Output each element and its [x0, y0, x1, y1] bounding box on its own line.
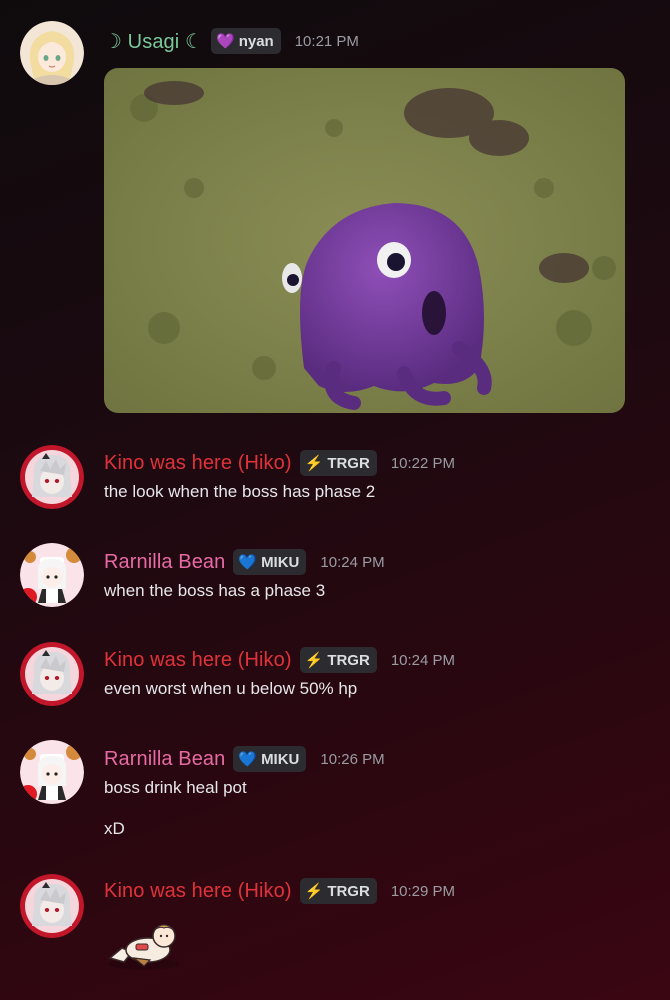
lightning-icon: ⚡: [304, 651, 324, 669]
timestamp: 10:22 PM: [390, 454, 456, 472]
server-tag-label: MIKU: [261, 750, 300, 768]
message-header: Rarnilla Bean 💙 MIKU 10:24 PM: [104, 548, 385, 576]
timestamp: 10:29 PM: [390, 882, 456, 900]
lightning-icon: ⚡: [304, 454, 324, 472]
server-tag[interactable]: 💙 MIKU: [233, 746, 307, 772]
server-tag[interactable]: ⚡ TRGR: [299, 450, 377, 476]
message-text: xD: [104, 819, 125, 838]
message-text: boss drink heal pot: [104, 778, 247, 797]
author-name[interactable]: ☽ Usagi ☾: [104, 29, 203, 54]
chat-message-list: ☽ Usagi ☾ 💜 nyan 10:21 PM Kino was here …: [0, 0, 670, 1000]
lightning-icon: ⚡: [304, 882, 324, 900]
message-header: Kino was here (Hiko) ⚡ TRGR 10:29 PM: [104, 877, 455, 905]
message-text: even worst when u below 50% hp: [104, 679, 358, 698]
server-tag-label: TRGR: [327, 651, 370, 669]
server-tag-label: TRGR: [327, 454, 370, 472]
cyan-heart-icon: 💙: [238, 750, 258, 768]
server-tag[interactable]: 💜 nyan: [211, 28, 281, 54]
avatar[interactable]: [20, 543, 84, 607]
server-tag[interactable]: ⚡ TRGR: [299, 647, 377, 673]
message-header: Kino was here (Hiko) ⚡ TRGR 10:24 PM: [104, 646, 455, 674]
rarnilla-avatar-image: [20, 740, 84, 804]
server-tag-label: TRGR: [327, 882, 370, 900]
message-header: ☽ Usagi ☾ 💜 nyan 10:21 PM: [104, 27, 359, 55]
message-header: Rarnilla Bean 💙 MIKU 10:26 PM: [104, 745, 385, 773]
usagi-avatar-image: [20, 21, 84, 85]
author-name[interactable]: Rarnilla Bean: [104, 551, 225, 574]
avatar[interactable]: [20, 642, 84, 706]
author-name[interactable]: Kino was here (Hiko): [104, 880, 292, 903]
avatar[interactable]: [20, 874, 84, 938]
timestamp: 10:24 PM: [390, 651, 456, 669]
timestamp: 10:21 PM: [294, 32, 359, 50]
cyan-heart-icon: 💙: [238, 553, 258, 571]
author-name[interactable]: Kino was here (Hiko): [104, 452, 292, 475]
kino-avatar-image: [20, 445, 84, 509]
kino-avatar-image: [20, 642, 84, 706]
avatar[interactable]: [20, 21, 84, 85]
author-name[interactable]: Kino was here (Hiko): [104, 649, 292, 672]
rarnilla-avatar-image: [20, 543, 84, 607]
purple-octopus-gif-image: [104, 68, 625, 413]
avatar[interactable]: [20, 740, 84, 804]
message-text: the look when the boss has phase 2: [104, 482, 376, 501]
gif-attachment[interactable]: [104, 68, 625, 413]
timestamp: 10:24 PM: [320, 553, 385, 571]
server-tag[interactable]: ⚡ TRGR: [299, 878, 377, 904]
server-tag-label: MIKU: [261, 553, 300, 571]
kino-avatar-image: [20, 874, 84, 938]
purple-heart-icon: 💜: [216, 32, 235, 50]
message-header: Kino was here (Hiko) ⚡ TRGR 10:22 PM: [104, 449, 455, 477]
lying-character-sticker-image: [108, 924, 180, 970]
sticker[interactable]: [104, 918, 184, 974]
author-name[interactable]: Rarnilla Bean: [104, 748, 225, 771]
message-text: when the boss has a phase 3: [104, 581, 326, 600]
timestamp: 10:26 PM: [320, 750, 385, 768]
avatar[interactable]: [20, 445, 84, 509]
server-tag-label: nyan: [238, 32, 274, 50]
server-tag[interactable]: 💙 MIKU: [233, 549, 307, 575]
